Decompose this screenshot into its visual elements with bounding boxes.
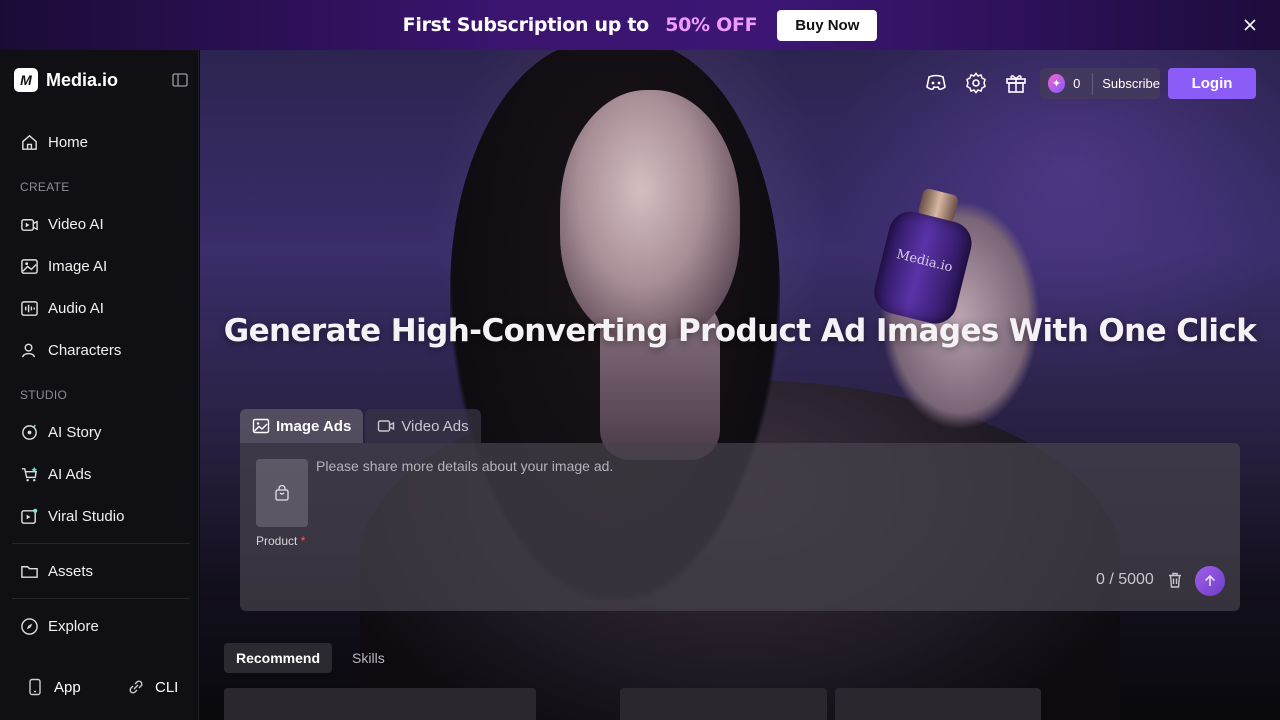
tab-video-ads[interactable]: Video Ads — [365, 409, 481, 443]
brand-name: Media.io — [46, 69, 119, 90]
section-create: CREATE — [20, 180, 70, 194]
sidebar-item-explore[interactable]: Explore — [20, 614, 99, 638]
ad-type-tabs: Image Ads Video Ads — [240, 409, 483, 443]
subscribe-link[interactable]: Subscribe — [1102, 76, 1160, 91]
video-ai-icon — [21, 218, 38, 231]
sidebar-item-label: AI Story — [48, 423, 102, 441]
brand[interactable]: M Media.io — [14, 68, 118, 92]
sidebar-item-label: Characters — [48, 341, 122, 359]
divider — [12, 598, 190, 599]
sidebar-item-label: Audio AI — [48, 299, 104, 317]
gift-icon[interactable] — [1004, 71, 1028, 95]
prompt-card: Product * Please share more details abou… — [240, 443, 1240, 611]
phone-icon — [29, 678, 41, 696]
brand-logo: M — [14, 68, 38, 92]
shopping-bag-icon — [275, 484, 289, 501]
send-button[interactable] — [1195, 566, 1225, 596]
cli-link[interactable]: CLI — [127, 678, 178, 696]
sidebar-item-label: Viral Studio — [48, 507, 125, 525]
gear-icon[interactable] — [964, 71, 988, 95]
buy-now-button[interactable]: Buy Now — [777, 9, 878, 41]
gallery-tabs: Recommend Skills — [224, 643, 405, 673]
divider — [12, 543, 190, 544]
login-button[interactable]: Login — [1168, 68, 1256, 99]
sidebar-item-label: Assets — [48, 562, 94, 580]
credits-count: 0 — [1073, 76, 1081, 91]
folder-icon — [21, 565, 38, 578]
sidebar-item-label: Explore — [48, 617, 99, 635]
divider — [1092, 72, 1094, 95]
required-mark: * — [300, 534, 306, 548]
compass-icon — [21, 617, 38, 635]
tab-label: Image Ads — [276, 417, 352, 435]
product-label: Product * — [256, 534, 305, 548]
hero-figure-face — [560, 90, 740, 340]
sidebar: M Media.io Home CREATE Video AI Image AI… — [0, 50, 199, 720]
section-studio: STUDIO — [20, 388, 68, 402]
sidebar-item-label: Video AI — [48, 215, 104, 233]
promo-text: First Subscription up to 50% OFF — [403, 14, 758, 36]
sidebar-item-audio-ai[interactable]: Audio AI — [20, 296, 104, 320]
sidebar-collapse-icon[interactable] — [172, 73, 188, 87]
sidebar-item-ai-ads[interactable]: AI Ads — [20, 462, 91, 486]
credits-star-icon: ✦ — [1048, 74, 1066, 93]
cart-icon — [21, 466, 38, 481]
main-content: Media.io ✦ 0 Subscribe Login Generate Hi… — [200, 50, 1280, 720]
gallery-card[interactable] — [620, 688, 827, 720]
viral-studio-icon — [21, 508, 38, 524]
app-label: App — [54, 678, 81, 696]
sidebar-item-assets[interactable]: Assets — [20, 559, 93, 583]
link-icon — [129, 680, 143, 694]
prompt-input[interactable]: Please share more details about your ima… — [316, 458, 613, 474]
image-icon — [252, 418, 270, 434]
close-icon[interactable] — [1242, 17, 1258, 33]
sidebar-item-home[interactable]: Home — [20, 130, 88, 154]
product-upload[interactable] — [256, 459, 308, 527]
cli-label: CLI — [155, 678, 179, 696]
sidebar-item-ai-story[interactable]: AI Story — [20, 420, 101, 444]
video-icon — [378, 420, 395, 432]
sidebar-item-image-ai[interactable]: Image AI — [20, 254, 107, 278]
story-icon — [22, 424, 37, 440]
sidebar-item-label: AI Ads — [48, 465, 92, 483]
credits-widget[interactable]: ✦ 0 Subscribe — [1040, 68, 1160, 99]
arrow-up-icon — [1204, 574, 1216, 586]
sidebar-item-video-ai[interactable]: Video AI — [20, 212, 104, 236]
gallery-card[interactable] — [224, 688, 536, 720]
sidebar-item-label: Home — [48, 133, 89, 151]
tab-skills[interactable]: Skills — [340, 643, 397, 673]
audio-ai-icon — [21, 300, 38, 316]
promo-banner: First Subscription up to 50% OFF Buy Now — [0, 0, 1280, 50]
tab-recommend[interactable]: Recommend — [224, 643, 333, 673]
app-link[interactable]: App — [26, 678, 81, 696]
sidebar-item-label: Image AI — [48, 257, 108, 275]
promo-headline: First Subscription up to — [402, 14, 650, 36]
product-label-text: Product — [256, 534, 298, 548]
discord-icon[interactable] — [924, 71, 948, 95]
char-counter: 0 / 5000 — [1096, 571, 1154, 588]
gallery-card[interactable] — [835, 688, 1041, 720]
home-icon — [22, 134, 37, 150]
person-icon — [22, 343, 35, 357]
page-headline: Generate High-Converting Product Ad Imag… — [223, 313, 1257, 349]
tab-image-ads[interactable]: Image Ads — [240, 409, 364, 443]
sidebar-item-viral-studio[interactable]: Viral Studio — [20, 504, 124, 528]
image-ai-icon — [21, 258, 38, 274]
tab-label: Video Ads — [401, 417, 469, 435]
sidebar-item-characters[interactable]: Characters — [20, 338, 121, 362]
trash-icon[interactable] — [1166, 571, 1184, 589]
promo-offer: 50% OFF — [665, 14, 758, 36]
